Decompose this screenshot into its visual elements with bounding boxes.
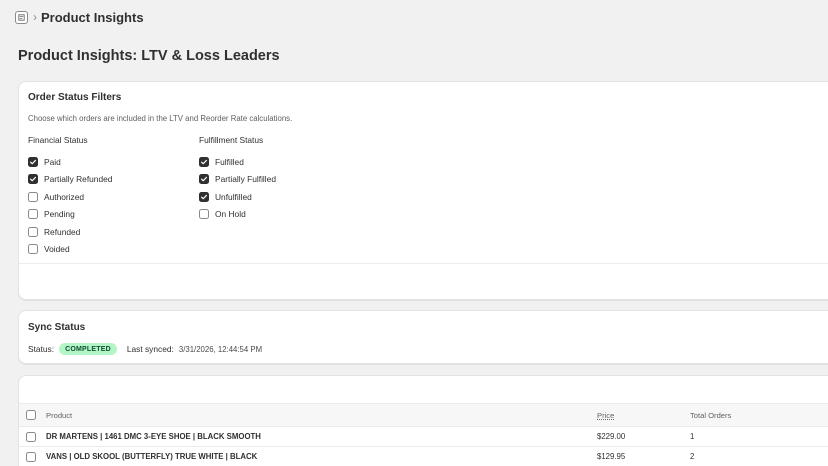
checkbox-option[interactable]: Authorized <box>28 188 112 206</box>
checkmark-icon <box>30 159 36 165</box>
checkbox-label: On Hold <box>215 209 246 220</box>
product-total-orders: 2 <box>690 452 695 461</box>
checkbox-checked[interactable] <box>199 174 209 185</box>
row-checkbox[interactable] <box>26 447 42 466</box>
checkbox-option[interactable]: Voided <box>28 241 112 259</box>
checkbox-option[interactable]: On Hold <box>199 206 276 224</box>
checkbox[interactable] <box>199 209 209 220</box>
sync-status-line: Status: COMPLETED Last synced: 3/31/2026… <box>28 343 262 355</box>
checkbox-label: Partially Fulfilled <box>215 174 276 185</box>
checkmark-icon <box>30 177 36 182</box>
filters-description: Choose which orders are included in the … <box>28 114 293 123</box>
checkbox-checked[interactable] <box>28 174 38 185</box>
chevron-right-icon: › <box>33 10 37 24</box>
checkbox-option[interactable]: Pending <box>28 206 112 224</box>
status-label: Status: <box>28 344 55 354</box>
product-total-orders: 1 <box>690 432 695 441</box>
table-row[interactable]: DR MARTENS | 1461 DMC 3-EYE SHOE | BLACK… <box>19 427 828 447</box>
checkbox-checked[interactable] <box>199 191 209 202</box>
checkbox-label: Authorized <box>44 191 85 202</box>
row-checkbox[interactable] <box>26 427 42 446</box>
table-header: Product Price Total Orders <box>19 403 828 427</box>
financial-status-group: Financial Status Paid Partially Refunded A… <box>28 135 112 258</box>
app-icon[interactable] <box>15 10 28 24</box>
checkmark-icon <box>201 177 207 182</box>
card-divider <box>19 263 828 264</box>
top-bar: › Product Insights <box>0 0 828 34</box>
select-all-checkbox[interactable] <box>26 404 42 426</box>
checkbox-checked[interactable] <box>199 156 209 167</box>
checkbox[interactable] <box>28 209 38 220</box>
checkbox-option[interactable]: Paid <box>28 153 112 171</box>
checkbox-label: Fulfilled <box>215 156 244 167</box>
product-name[interactable]: DR MARTENS | 1461 DMC 3-EYE SHOE | BLACK… <box>46 427 261 446</box>
checkbox-label: Pending <box>44 209 75 220</box>
order-status-filters-card: Order Status Filters Choose which orders… <box>18 81 828 300</box>
checkbox-label: Paid <box>44 156 61 167</box>
checkbox-option[interactable]: Unfulfilled <box>199 188 276 206</box>
checkbox-label: Voided <box>44 244 70 255</box>
column-header-product[interactable]: Product <box>46 404 72 426</box>
products-table-card: Product Price Total Orders DR MARTENS | … <box>18 375 828 466</box>
checkbox[interactable] <box>28 244 38 255</box>
checkbox-label: Partially Refunded <box>44 174 113 185</box>
last-synced-value: 3/31/2026, 12:44:54 PM <box>178 344 263 354</box>
checkmark-icon <box>201 194 207 200</box>
last-synced-label: Last synced: <box>126 344 174 354</box>
column-header-price[interactable]: Price <box>597 404 614 426</box>
checkbox-label: Refunded <box>44 226 81 237</box>
breadcrumb-title: Product Insights <box>41 9 144 25</box>
financial-status-title: Financial Status <box>28 135 88 145</box>
checkbox[interactable] <box>28 226 38 237</box>
product-price: $229.00 <box>597 432 626 441</box>
checkbox-option[interactable]: Fulfilled <box>199 153 276 171</box>
table-row[interactable]: VANS | OLD SKOOL (BUTTERFLY) TRUE WHITE … <box>19 447 828 466</box>
product-price: $129.95 <box>597 452 626 461</box>
checkbox-label: Unfulfilled <box>215 191 252 202</box>
product-name[interactable]: VANS | OLD SKOOL (BUTTERFLY) TRUE WHITE … <box>46 447 257 466</box>
checkmark-icon <box>201 159 207 165</box>
fulfillment-status-group: Fulfillment Status Fulfilled Partially Fu… <box>199 135 276 223</box>
fulfillment-status-title: Fulfillment Status <box>199 135 264 145</box>
page-title: Product Insights: LTV & Loss Leaders <box>18 48 280 64</box>
checkbox-option[interactable]: Refunded <box>28 223 112 241</box>
sync-status-card: Sync Status Status: COMPLETED Last synce… <box>18 310 828 364</box>
column-header-total-orders[interactable]: Total Orders <box>690 404 731 426</box>
checkbox-option[interactable]: Partially Refunded <box>28 171 112 189</box>
status-badge: COMPLETED <box>59 343 117 355</box>
filters-title: Order Status Filters <box>28 92 122 103</box>
sync-title: Sync Status <box>28 322 86 333</box>
checkbox[interactable] <box>28 191 38 202</box>
checkbox-checked[interactable] <box>28 156 38 167</box>
checkbox-option[interactable]: Partially Fulfilled <box>199 171 276 189</box>
